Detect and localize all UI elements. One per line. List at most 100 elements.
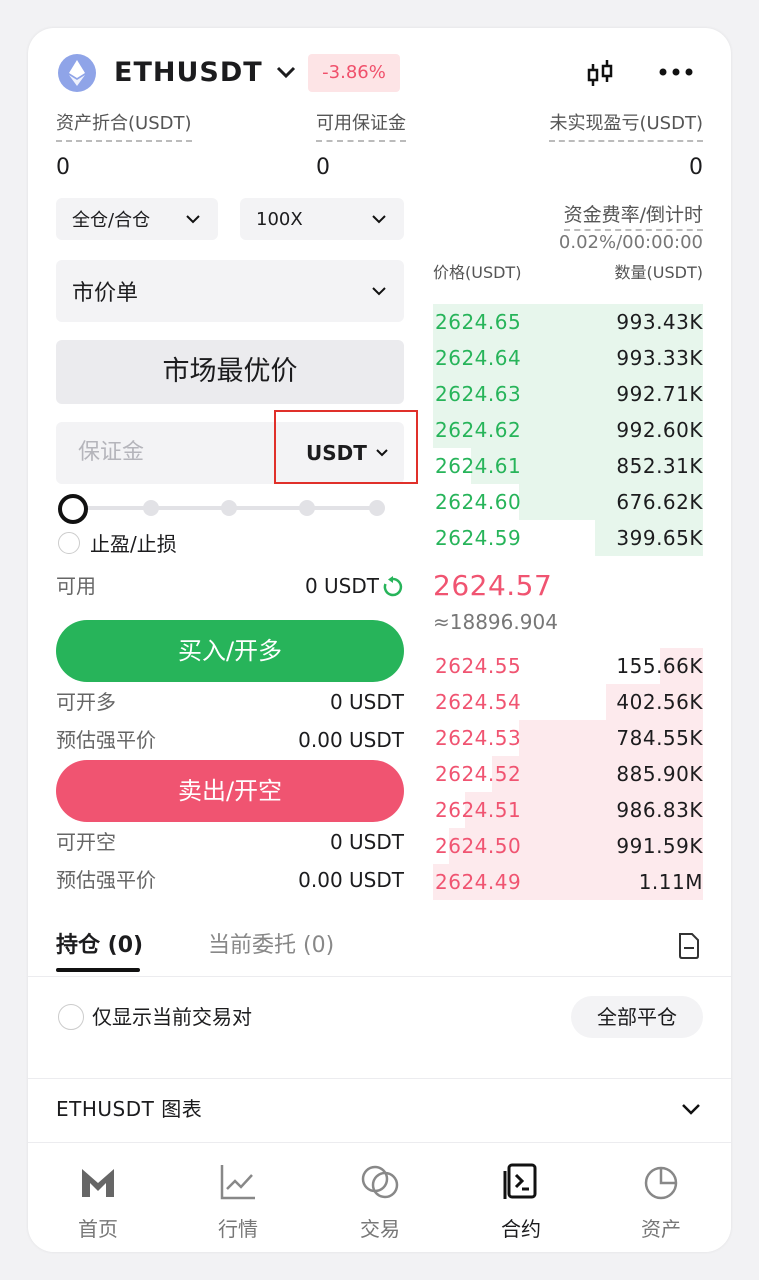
assets-label[interactable]: 资产折合(USDT): [56, 112, 192, 142]
only-current-pair-label[interactable]: 仅显示当前交易对: [92, 1002, 252, 1032]
orderbook-price: 2624.52: [435, 762, 522, 786]
orderbook-ask-row[interactable]: 2624.62 992.60K: [433, 412, 703, 448]
slider-step-50[interactable]: [221, 500, 237, 516]
orderbook-bid-row[interactable]: 2624.52 885.90K: [433, 756, 703, 792]
orderbook-ask-row[interactable]: 2624.64 993.33K: [433, 340, 703, 376]
can-open-long-value: 0 USDT: [329, 690, 404, 714]
orderbook-price: 2624.59: [435, 526, 522, 550]
orderbook-qty: 399.65K: [616, 526, 703, 550]
document-icon[interactable]: [676, 932, 702, 960]
orderbook-ask-row[interactable]: 2624.60 676.62K: [433, 484, 703, 520]
orderbook-qty: 1.11M: [638, 870, 703, 894]
nav-label: 首页: [78, 1217, 118, 1241]
tpsl-label[interactable]: 止盈/止损: [90, 530, 177, 558]
margin-mode-value: 全仓/合仓: [72, 210, 151, 231]
orderbook-qty: 885.90K: [616, 762, 703, 786]
refresh-icon[interactable]: [382, 576, 404, 598]
margin-mode-select[interactable]: 全仓/合仓: [56, 198, 218, 240]
orderbook-ask-row[interactable]: 2624.65 993.43K: [433, 304, 703, 340]
orderbook-qty: 992.60K: [616, 418, 703, 442]
chevron-down-icon[interactable]: [678, 1096, 704, 1122]
leverage-value: 100X: [256, 208, 303, 230]
orderbook-price: 2624.62: [435, 418, 522, 442]
orderbook-price: 2624.49: [435, 870, 522, 894]
can-open-short-label: 可开空: [56, 830, 116, 854]
est-liq-price-value: 0.00 USDT: [298, 728, 404, 752]
nav-item-market[interactable]: 行情: [168, 1153, 308, 1245]
buy-long-button[interactable]: 买入/开多: [56, 620, 404, 682]
orderbook-price: 2624.51: [435, 798, 522, 822]
orderbook-price: 2624.50: [435, 834, 522, 858]
can-open-short-value: 0 USDT: [329, 830, 404, 854]
orderbook-price: 2624.65: [435, 310, 522, 334]
tpsl-checkbox[interactable]: [58, 532, 80, 554]
funding-rate-label[interactable]: 资金费率/倒计时: [563, 200, 703, 231]
nav-label: 合约: [501, 1217, 541, 1241]
only-current-pair-checkbox[interactable]: [58, 1004, 84, 1030]
orderbook-bid-row[interactable]: 2624.53 784.55K: [433, 720, 703, 756]
nav-label: 行情: [218, 1217, 258, 1241]
nav-item-assets[interactable]: 资产: [591, 1153, 731, 1245]
orderbook-price: 2624.60: [435, 490, 522, 514]
orderbook-price: 2624.64: [435, 346, 522, 370]
funding-rate-value: 0.02%/00:00:00: [558, 232, 703, 253]
chevron-down-icon[interactable]: [272, 58, 300, 86]
chevron-down-icon: [186, 215, 200, 224]
market-chart-icon: [220, 1165, 255, 1200]
nav-item-contract[interactable]: 合约: [451, 1153, 591, 1245]
leverage-select[interactable]: 100X: [240, 198, 404, 240]
available-margin-label[interactable]: 可用保证金: [316, 112, 406, 142]
orderbook-ask-row[interactable]: 2624.59 399.65K: [433, 520, 703, 556]
active-tab-underline: [56, 968, 140, 972]
can-open-long-label: 可开多: [56, 690, 116, 714]
orderbook-bid-row[interactable]: 2624.50 991.59K: [433, 828, 703, 864]
order-type-select[interactable]: 市价单: [56, 260, 404, 322]
price-change-badge: -3.86%: [308, 54, 400, 92]
chevron-down-icon: [372, 287, 386, 296]
tab-open-orders[interactable]: 当前委托 (0): [208, 930, 334, 962]
chart-toggle-label[interactable]: ETHUSDT 图表: [56, 1094, 202, 1124]
contract-doc-icon: [503, 1163, 537, 1199]
available-label: 可用: [56, 574, 96, 598]
best-price-field[interactable]: 市场最优价: [56, 340, 404, 404]
slider-handle[interactable]: [58, 494, 88, 524]
nav-item-trade[interactable]: 交易: [310, 1153, 450, 1245]
nav-item-home[interactable]: 首页: [28, 1153, 168, 1245]
orderbook-qty: 676.62K: [616, 490, 703, 514]
close-all-button[interactable]: 全部平仓: [571, 996, 703, 1038]
orderbook-qty: 992.71K: [616, 382, 703, 406]
slider-step-100[interactable]: [369, 500, 385, 516]
orderbook-price: 2624.63: [435, 382, 522, 406]
orderbook-qty: 852.31K: [616, 454, 703, 478]
tab-positions[interactable]: 持仓 (0): [56, 930, 143, 962]
orderbook-price: 2624.54: [435, 690, 522, 714]
app-screen: ETHUSDT -3.86% 资产折合(USDT) 0 可用保证金 0 未实现盈…: [28, 28, 731, 1252]
orderbook-bid-row[interactable]: 2624.49 1.11M: [433, 864, 703, 900]
available-value: 0 USDT: [304, 574, 379, 598]
orderbook-ask-row[interactable]: 2624.61 852.31K: [433, 448, 703, 484]
orderbook-price: 2624.61: [435, 454, 522, 478]
orderbook-qty: 784.55K: [616, 726, 703, 750]
orderbook-bid-row[interactable]: 2624.51 986.83K: [433, 792, 703, 828]
orderbook-qty: 993.33K: [616, 346, 703, 370]
unrealized-pnl-label[interactable]: 未实现盈亏(USDT): [549, 112, 703, 142]
nav-label: 交易: [360, 1217, 400, 1241]
more-icon[interactable]: [656, 60, 696, 84]
sell-short-button[interactable]: 卖出/开空: [56, 760, 404, 822]
margin-input-placeholder[interactable]: 保证金: [78, 422, 144, 484]
unrealized-pnl-value: 0: [689, 155, 703, 180]
last-price-fiat: ≈18896.904: [433, 610, 558, 634]
orderbook-bid-row[interactable]: 2624.55 155.66K: [433, 648, 703, 684]
slider-step-25[interactable]: [143, 500, 159, 516]
trade-circles-icon: [361, 1165, 399, 1199]
orderbook-bid-row[interactable]: 2624.54 402.56K: [433, 684, 703, 720]
candlestick-icon[interactable]: [584, 58, 616, 90]
chevron-down-icon: [372, 215, 386, 224]
orderbook-price: 2624.55: [435, 654, 522, 678]
assets-pie-icon: [644, 1166, 678, 1200]
slider-step-75[interactable]: [299, 500, 315, 516]
home-m-icon: [82, 1169, 114, 1197]
pair-title[interactable]: ETHUSDT: [114, 54, 263, 92]
orderbook-ask-row[interactable]: 2624.63 992.71K: [433, 376, 703, 412]
assets-value: 0: [56, 155, 70, 180]
